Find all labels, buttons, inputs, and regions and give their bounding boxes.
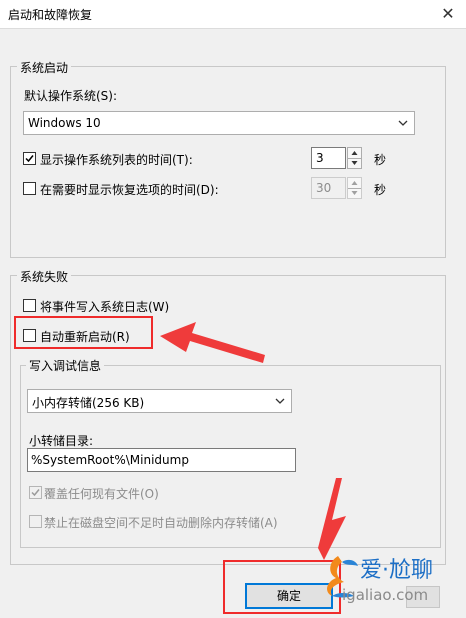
watermark-url: igaliao.com xyxy=(342,586,429,604)
arrow-annotation xyxy=(160,322,346,560)
watermark-cn: 爱·尬聊 xyxy=(360,558,433,583)
